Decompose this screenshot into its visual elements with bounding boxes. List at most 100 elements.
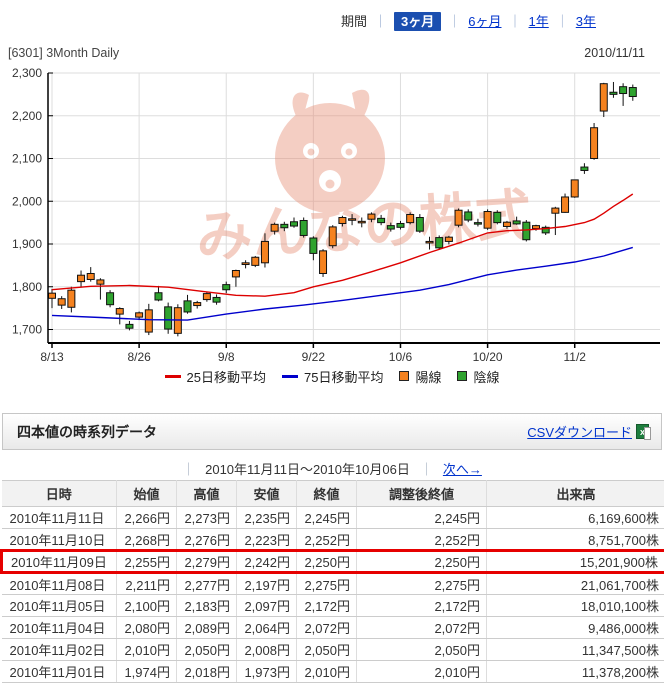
cell-value: 11,347,500株 (487, 639, 664, 661)
excel-icon[interactable]: x (636, 424, 649, 439)
cell-value: 2,276円 (177, 529, 237, 551)
cell-value: 2,250円 (357, 551, 487, 573)
table-section-header: 四本値の時系列データ CSVダウンロード x (2, 413, 662, 450)
svg-text:1,900: 1,900 (12, 237, 42, 251)
cell-value: 18,010,100株 (487, 595, 664, 617)
table-header-row: 日時始値高値安値終値調整後終値出来高 (2, 481, 664, 507)
svg-text:9/8: 9/8 (218, 350, 235, 364)
cell-value: 2,100円 (117, 595, 177, 617)
cell-value: 2,197円 (237, 573, 297, 595)
cell-value: 2,223円 (237, 529, 297, 551)
svg-text:10/20: 10/20 (473, 350, 503, 364)
table-row: 2010年11月02日2,010円2,050円2,008円2,050円2,050… (2, 639, 664, 661)
cell-value: 2,008円 (237, 639, 297, 661)
column-header-終値: 終値 (297, 481, 357, 507)
table-row: 2010年11月10日2,268円2,276円2,223円2,252円2,252… (2, 529, 664, 551)
chart-date: 2010/11/11 (584, 46, 645, 60)
legend-line-swatch (282, 375, 298, 378)
price-chart: [6301] 3Month Daily 2010/11/11 みんなの株式 2,… (0, 38, 664, 364)
cell-value: 1,973円 (237, 661, 297, 683)
legend-item: 75日移動平均 (282, 367, 383, 386)
table-body: 2010年11月11日2,266円2,273円2,235円2,245円2,245… (2, 507, 664, 683)
cell-value: 2,050円 (297, 639, 357, 661)
svg-text:2,300: 2,300 (12, 66, 42, 80)
period-option-3年[interactable]: 3年 (576, 14, 596, 29)
stock-detail-page: { "period_selector": { "label": "期間", "s… (0, 0, 664, 675)
cell-value: 6,169,600株 (487, 507, 664, 529)
cell-value: 2,072円 (297, 617, 357, 639)
period-option-3ヶ月[interactable]: 3ヶ月 (394, 12, 441, 31)
table-row: 2010年11月01日1,974円2,018円1,973円2,010円2,010… (2, 661, 664, 683)
svg-text:1,700: 1,700 (12, 323, 42, 337)
cell-value: 2,255円 (117, 551, 177, 573)
pagination: ｜ 2010年11月11日～2010年10月06日 ｜ 次へ→ (0, 458, 664, 478)
cell-value: 2,277円 (177, 573, 237, 595)
period-option-6ヶ月[interactable]: 6ヶ月 (468, 14, 501, 29)
cell-value: 2,010円 (357, 661, 487, 683)
table-row: 2010年11月05日2,100円2,183円2,097円2,172円2,172… (2, 595, 664, 617)
column-header-高値: 高値 (177, 481, 237, 507)
cell-value: 2,245円 (297, 507, 357, 529)
column-header-始値: 始値 (117, 481, 177, 507)
watermark-text: みんなの株式 (194, 183, 534, 269)
period-separator: ｜ (374, 14, 387, 29)
pagination-range: 2010年11月11日～2010年10月06日 (205, 459, 410, 478)
svg-text:9/22: 9/22 (302, 350, 326, 364)
price-chart-svg: [6301] 3Month Daily 2010/11/11 みんなの株式 2,… (0, 38, 664, 364)
legend-label: 75日移動平均 (304, 367, 383, 386)
chart-title: [6301] 3Month Daily (8, 46, 120, 60)
cell-value: 8,751,700株 (487, 529, 664, 551)
cell-value: 2,252円 (297, 529, 357, 551)
cell-value: 2,211円 (117, 573, 177, 595)
legend-line-swatch (165, 375, 181, 378)
period-option-1年[interactable]: 1年 (529, 14, 549, 29)
csv-download-link[interactable]: CSVダウンロード (527, 422, 632, 441)
cell-value: 2,235円 (237, 507, 297, 529)
cell-value: 2,273円 (177, 507, 237, 529)
cell-value: 2,172円 (297, 595, 357, 617)
cell-value: 15,201,900株 (487, 551, 664, 573)
cell-value: 2,183円 (177, 595, 237, 617)
cell-value: 2,245円 (357, 507, 487, 529)
cell-value: 2,064円 (237, 617, 297, 639)
period-options: ｜3ヶ月｜6ヶ月｜1年｜3年 (367, 11, 596, 30)
cell-value: 2,275円 (297, 573, 357, 595)
cell-value: 1,974円 (117, 661, 177, 683)
legend-candle-swatch (399, 371, 409, 381)
cell-value: 2,089円 (177, 617, 237, 639)
svg-text:1,800: 1,800 (12, 280, 42, 294)
table-row: 2010年11月08日2,211円2,277円2,197円2,275円2,275… (2, 573, 664, 595)
cell-value: 2,275円 (357, 573, 487, 595)
legend-item: 陰線 (457, 367, 499, 386)
cell-date: 2010年11月10日 (2, 529, 117, 551)
column-header-出来高: 出来高 (487, 481, 664, 507)
cell-value: 2,050円 (177, 639, 237, 661)
chart-legend: 25日移動平均75日移動平均陽線陰線 (0, 366, 664, 386)
column-header-安値: 安値 (237, 481, 297, 507)
cell-value: 2,072円 (357, 617, 487, 639)
cell-value: 2,250円 (297, 551, 357, 573)
legend-label: 陰線 (473, 367, 499, 386)
cell-value: 2,050円 (357, 639, 487, 661)
cell-value: 2,080円 (117, 617, 177, 639)
price-history-table: 日時始値高値安値終値調整後終値出来高 2010年11月11日2,266円2,27… (0, 480, 664, 683)
cell-date: 2010年11月11日 (2, 507, 117, 529)
cell-value: 2,097円 (237, 595, 297, 617)
cell-date: 2010年11月02日 (2, 639, 117, 661)
cell-value: 2,010円 (117, 639, 177, 661)
table-row: 2010年11月04日2,080円2,089円2,064円2,072円2,072… (2, 617, 664, 639)
svg-text:8/13: 8/13 (40, 350, 64, 364)
period-separator: ｜ (448, 14, 461, 29)
period-separator: ｜ (556, 14, 569, 29)
pagination-separator-2: ｜ (420, 459, 433, 478)
cell-value: 2,279円 (177, 551, 237, 573)
legend-item: 陽線 (399, 367, 441, 386)
svg-text:8/26: 8/26 (127, 350, 151, 364)
svg-text:2,000: 2,000 (12, 194, 42, 208)
cell-date: 2010年11月01日 (2, 661, 117, 683)
cell-value: 2,018円 (177, 661, 237, 683)
cell-value: 2,268円 (117, 529, 177, 551)
csv-download[interactable]: CSVダウンロード x (527, 422, 649, 441)
cell-value: 21,061,700株 (487, 573, 664, 595)
next-page-link[interactable]: 次へ→ (443, 459, 482, 478)
